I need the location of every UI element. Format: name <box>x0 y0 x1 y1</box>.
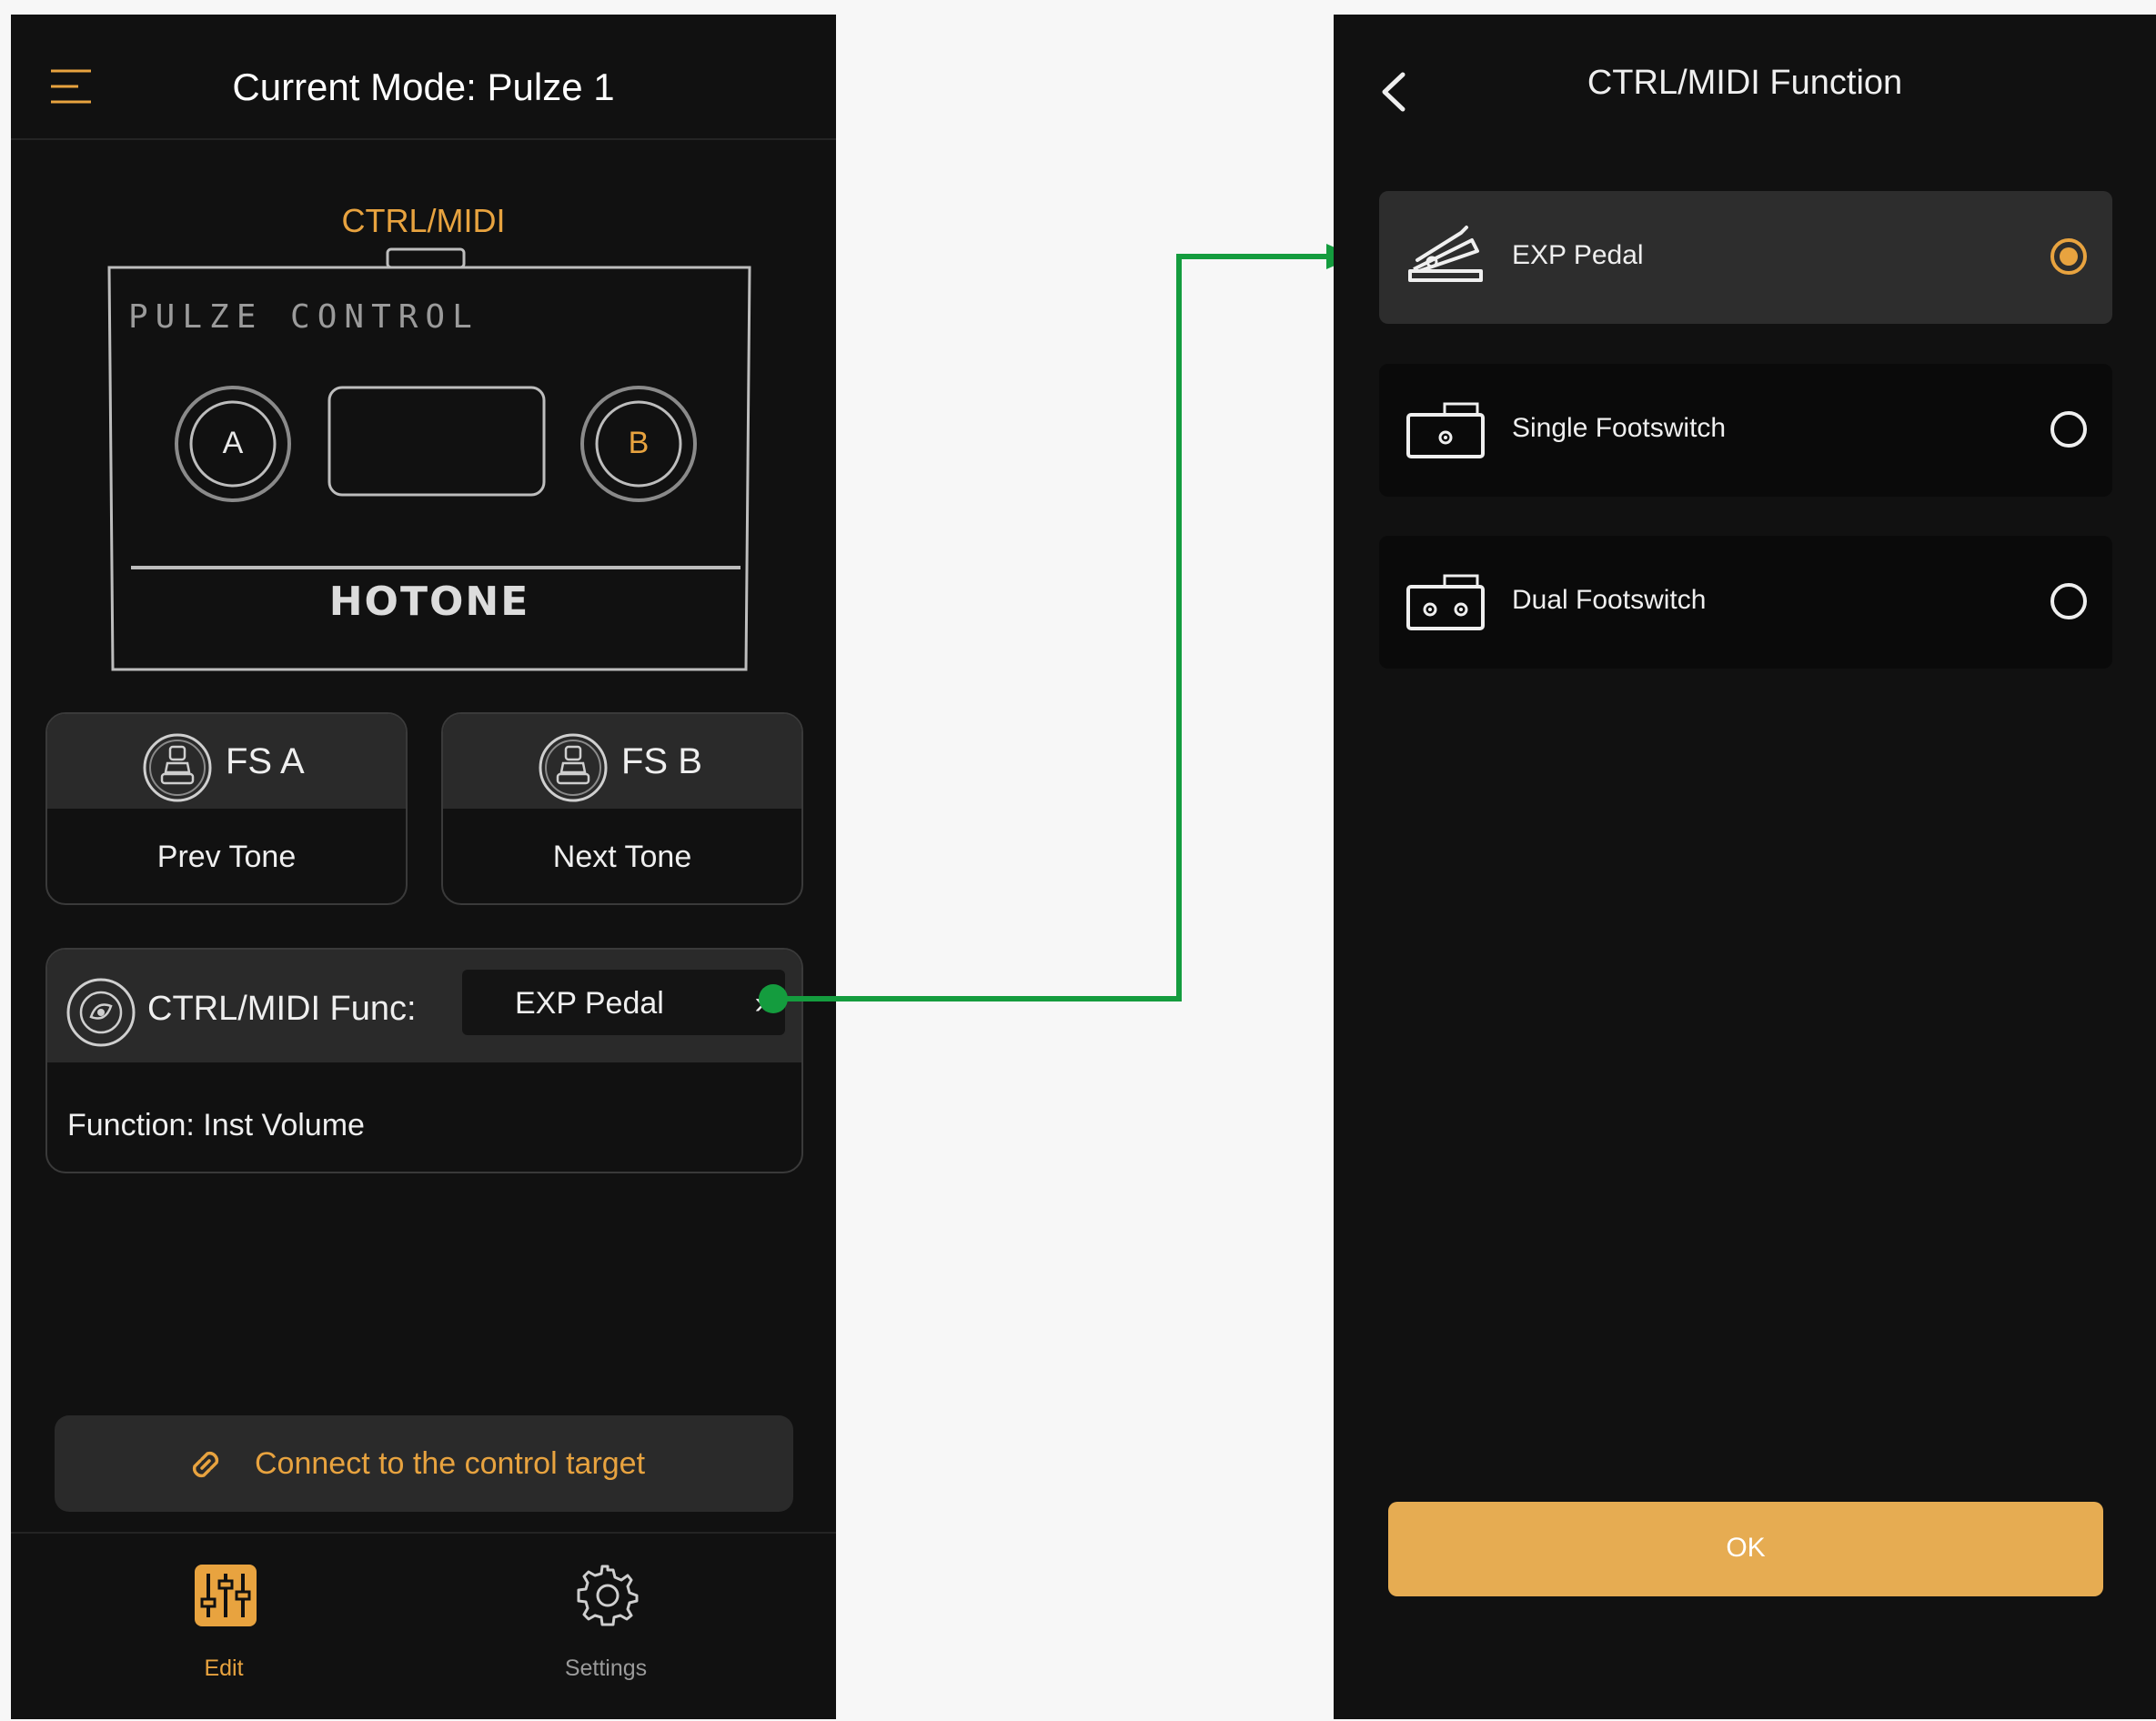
option-exp-pedal-label: EXP Pedal <box>1512 240 1644 270</box>
option-exp-pedal[interactable]: EXP Pedal <box>1379 191 2112 324</box>
page-title: CTRL/MIDI Function <box>1587 64 1903 102</box>
single-footswitch-icon <box>1406 402 1485 458</box>
option-dual-footswitch-label: Dual Footswitch <box>1512 585 1707 615</box>
radio-unselected-icon[interactable] <box>2049 409 2089 449</box>
right-screen: CTRL/MIDI Function EXP Pedal Single Foot… <box>1334 15 2156 1719</box>
dual-footswitch-icon <box>1406 574 1485 630</box>
ok-button-label: OK <box>1726 1533 1766 1563</box>
option-single-footswitch[interactable]: Single Footswitch <box>1379 364 2112 497</box>
option-single-footswitch-label: Single Footswitch <box>1512 413 1727 443</box>
option-dual-footswitch[interactable]: Dual Footswitch <box>1379 536 2112 669</box>
ok-button[interactable]: OK <box>1388 1502 2103 1596</box>
radio-unselected-icon[interactable] <box>2049 581 2089 621</box>
radio-selected-icon[interactable] <box>2049 237 2089 277</box>
expression-pedal-icon <box>1408 226 1483 282</box>
